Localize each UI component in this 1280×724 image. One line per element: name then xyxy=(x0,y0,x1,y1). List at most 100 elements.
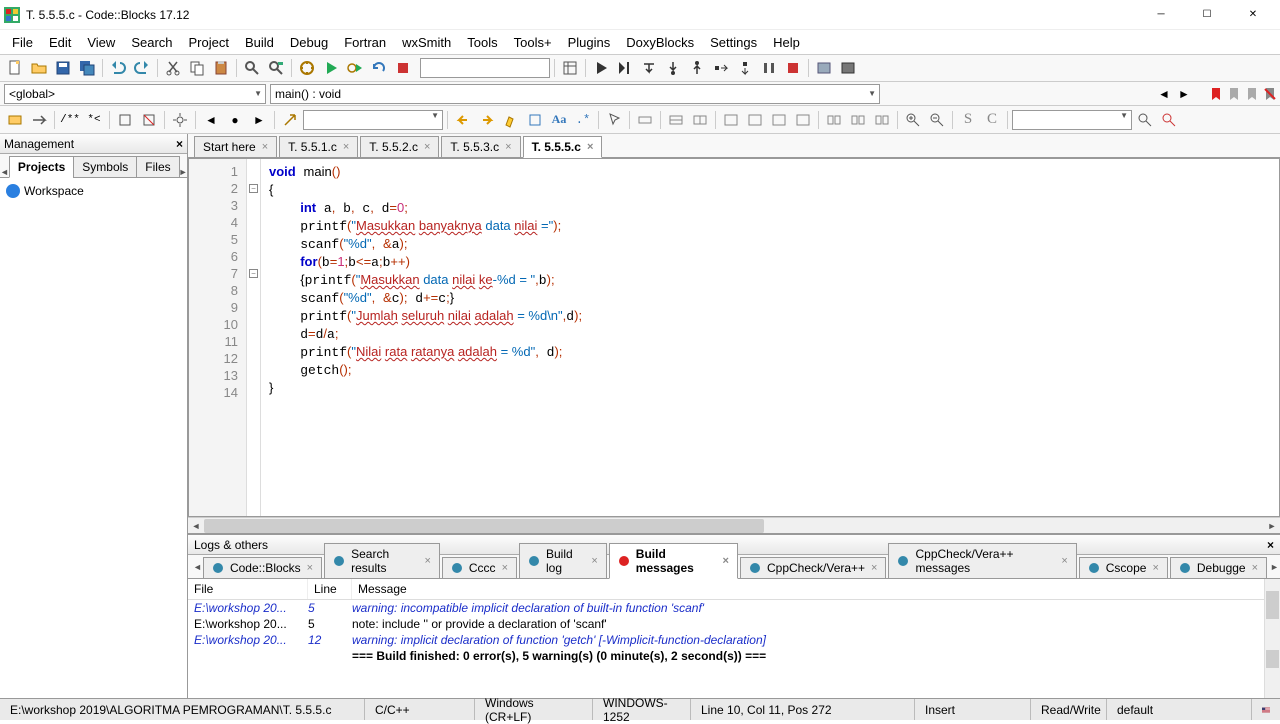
new-file-icon[interactable] xyxy=(4,57,26,79)
tab-close-icon[interactable]: × xyxy=(502,562,508,574)
text-case-icon[interactable]: Aa xyxy=(548,109,570,131)
bookmark-toggle-icon[interactable] xyxy=(1208,86,1226,102)
tool-icon[interactable] xyxy=(871,109,893,131)
search-combo[interactable] xyxy=(1012,110,1132,130)
nav-forward-icon[interactable]: ► xyxy=(1178,87,1198,101)
logs-tab[interactable]: Build messages× xyxy=(609,543,738,579)
editor-tab[interactable]: Start here× xyxy=(194,136,277,158)
tab-close-icon[interactable]: × xyxy=(591,555,597,567)
tab-files[interactable]: Files xyxy=(136,156,179,178)
nav-next-icon[interactable]: ► xyxy=(248,109,270,131)
menu-debug[interactable]: Debug xyxy=(282,33,336,52)
bookmark-next-icon[interactable] xyxy=(1244,86,1262,102)
scroll-thumb[interactable] xyxy=(1266,650,1279,668)
menu-project[interactable]: Project xyxy=(181,33,237,52)
window-close-button[interactable]: ✕ xyxy=(1230,0,1276,30)
tab-close-icon[interactable]: × xyxy=(343,141,349,153)
tab-close-icon[interactable]: × xyxy=(424,555,430,567)
logs-tab[interactable]: Code::Blocks× xyxy=(203,557,322,579)
scroll-thumb[interactable] xyxy=(204,519,764,533)
tab-close-icon[interactable]: × xyxy=(1061,555,1067,567)
fold-gutter[interactable]: − − xyxy=(247,159,261,516)
settings-icon[interactable] xyxy=(169,109,191,131)
tab-scroll-left-icon[interactable]: ◄ xyxy=(0,167,9,177)
editor-tab[interactable]: T. 5.5.2.c× xyxy=(360,136,439,158)
window-minimize-button[interactable]: ─ xyxy=(1138,0,1184,30)
tab-close-icon[interactable]: × xyxy=(307,562,313,574)
break-icon[interactable] xyxy=(758,57,780,79)
scroll-thumb[interactable] xyxy=(1266,591,1279,619)
step-into-instruction-icon[interactable] xyxy=(734,57,756,79)
next-line-icon[interactable] xyxy=(638,57,660,79)
build-target-select[interactable] xyxy=(420,58,550,78)
menu-edit[interactable]: Edit xyxy=(41,33,79,52)
menu-build[interactable]: Build xyxy=(237,33,282,52)
regex-icon[interactable]: .* xyxy=(572,109,594,131)
arrow-right-icon[interactable] xyxy=(476,109,498,131)
menu-settings[interactable]: Settings xyxy=(702,33,765,52)
stop-debug-icon[interactable] xyxy=(782,57,804,79)
management-close-icon[interactable]: × xyxy=(176,137,183,151)
tab-close-icon[interactable]: × xyxy=(587,141,593,153)
tool-icon[interactable] xyxy=(744,109,766,131)
workspace-node[interactable]: Workspace xyxy=(4,182,183,200)
next-instruction-icon[interactable] xyxy=(710,57,732,79)
log-row[interactable]: E:\workshop 20...5warning: incompatible … xyxy=(188,600,1280,616)
tab-close-icon[interactable]: × xyxy=(871,562,877,574)
menu-view[interactable]: View xyxy=(79,33,123,52)
menu-help[interactable]: Help xyxy=(765,33,808,52)
menu-tools-[interactable]: Tools+ xyxy=(506,33,560,52)
info-icon[interactable] xyxy=(837,57,859,79)
code-editor[interactable]: 1234567891011121314 − − void main() { in… xyxy=(188,158,1280,517)
highlight-icon[interactable] xyxy=(500,109,522,131)
s-icon[interactable]: S xyxy=(957,109,979,131)
c-icon[interactable]: C xyxy=(981,109,1003,131)
logs-tab[interactable]: CppCheck/Vera++ messages× xyxy=(888,543,1076,579)
find-icon[interactable] xyxy=(241,57,263,79)
window-maximize-button[interactable]: ☐ xyxy=(1184,0,1230,30)
tool-icon[interactable] xyxy=(524,109,546,131)
logs-tab-scroll-right-icon[interactable]: ► xyxy=(1269,562,1280,572)
logs-tab-scroll-left-icon[interactable]: ◄ xyxy=(192,562,203,572)
nav-stop-icon[interactable]: ● xyxy=(224,109,246,131)
scope-select[interactable]: <global> xyxy=(4,84,266,104)
logs-tab[interactable]: Search results× xyxy=(324,543,440,579)
run-to-cursor-icon[interactable] xyxy=(614,57,636,79)
rebuild-icon[interactable] xyxy=(368,57,390,79)
abort-icon[interactable] xyxy=(392,57,414,79)
tool-icon[interactable] xyxy=(634,109,656,131)
search-go-icon[interactable] xyxy=(1134,109,1156,131)
build-run-icon[interactable] xyxy=(344,57,366,79)
tab-close-icon[interactable]: × xyxy=(505,141,511,153)
nav-prev-icon[interactable]: ◄ xyxy=(200,109,222,131)
tab-close-icon[interactable]: × xyxy=(262,141,268,153)
comment-block-icon[interactable]: /** xyxy=(59,109,81,131)
jump-select[interactable] xyxy=(303,110,443,130)
show-targets-icon[interactable] xyxy=(559,57,581,79)
log-row[interactable]: E:\workshop 20...5note: include '' or pr… xyxy=(188,616,1280,632)
logs-tab[interactable]: Build log× xyxy=(519,543,607,579)
logs-tab[interactable]: Cscope× xyxy=(1079,557,1168,579)
redo-icon[interactable] xyxy=(131,57,153,79)
debug-run-icon[interactable] xyxy=(590,57,612,79)
code-text[interactable]: void main() { int a, b, c, d=0; printf("… xyxy=(261,159,1279,516)
comment-line-icon[interactable]: *< xyxy=(83,109,105,131)
step-out-icon[interactable] xyxy=(686,57,708,79)
horizontal-scrollbar[interactable]: ◄ ► xyxy=(188,517,1280,533)
menu-fortran[interactable]: Fortran xyxy=(336,33,394,52)
tool-icon[interactable] xyxy=(138,109,160,131)
open-file-icon[interactable] xyxy=(28,57,50,79)
logs-vertical-scrollbar[interactable] xyxy=(1264,579,1280,698)
tab-projects[interactable]: Projects xyxy=(9,156,74,178)
tool-icon[interactable] xyxy=(720,109,742,131)
menu-wxsmith[interactable]: wxSmith xyxy=(394,33,459,52)
logs-close-icon[interactable]: × xyxy=(1267,538,1274,552)
tool-icon[interactable] xyxy=(847,109,869,131)
arrow-left-icon[interactable] xyxy=(452,109,474,131)
copy-icon[interactable] xyxy=(186,57,208,79)
cut-icon[interactable] xyxy=(162,57,184,79)
step-into-icon[interactable] xyxy=(662,57,684,79)
nav-back-icon[interactable]: ◄ xyxy=(1158,87,1178,101)
log-row[interactable]: E:\workshop 20...12warning: implicit dec… xyxy=(188,632,1280,648)
cursor-icon[interactable] xyxy=(603,109,625,131)
